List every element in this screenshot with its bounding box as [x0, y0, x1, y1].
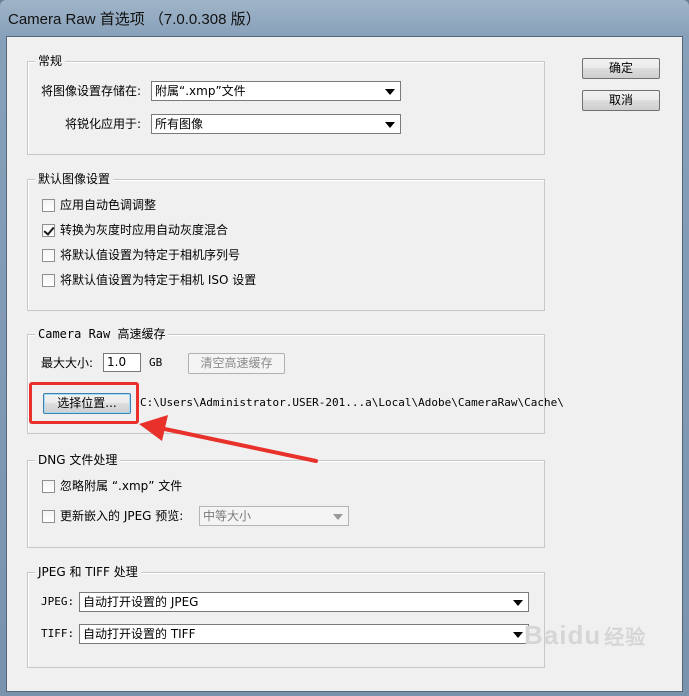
dialog-window: Camera Raw 首选项 （7.0.0.308 版） 确定 取消 常规 将图… — [0, 0, 689, 696]
annotation-arrow-icon — [139, 415, 318, 463]
baidu-watermark: Baidu 经验 — [524, 620, 647, 650]
